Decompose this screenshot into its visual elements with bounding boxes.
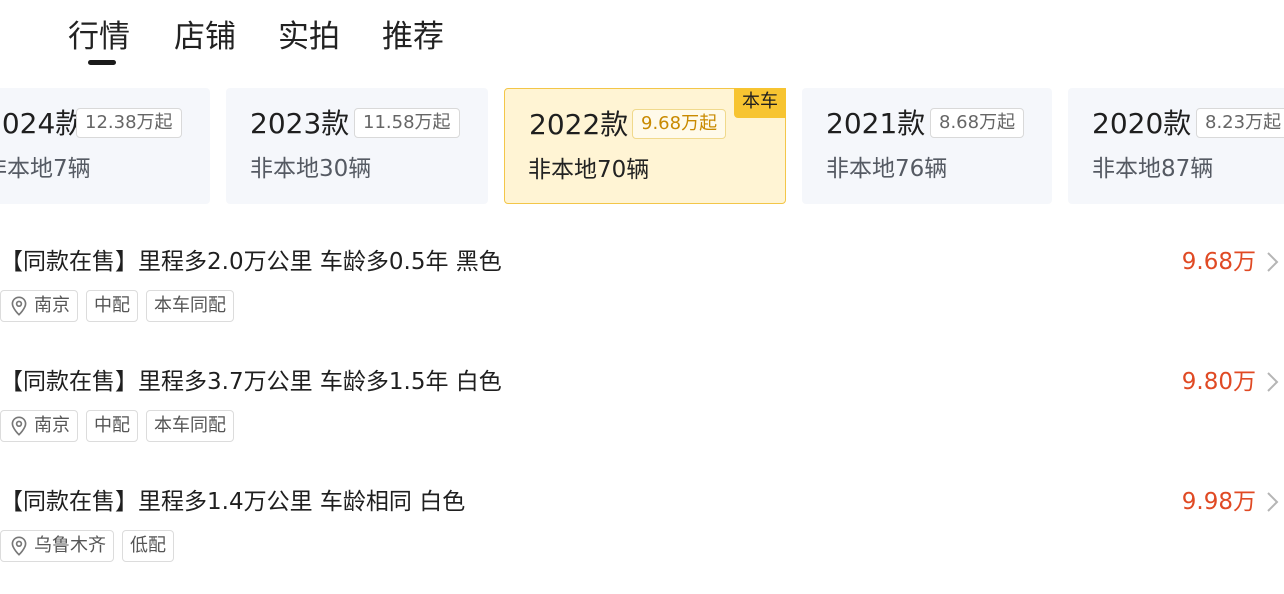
location-pin-icon: [11, 536, 27, 556]
location-tag: 南京: [0, 410, 78, 442]
year-card-count: 非本地76辆: [826, 156, 948, 182]
trim-tag: 低配: [122, 530, 174, 562]
listing-tags: 南京 中配 本车同配: [0, 410, 234, 442]
year-card-label: 2021款: [826, 107, 926, 140]
chevron-right-icon: [1267, 492, 1279, 512]
listing-price: 9.80万: [1181, 369, 1256, 395]
location-tag: 南京: [0, 290, 78, 322]
listing-title: 【同款在售】里程多3.7万公里 车龄多1.5年 白色: [0, 369, 502, 395]
year-card-label: 2022款: [529, 108, 629, 141]
listing-item[interactable]: 【同款在售】里程多2.0万公里 车龄多0.5年 黑色 9.68万 南京 中配 本…: [0, 244, 1284, 354]
year-card-price: 11.58万起: [354, 108, 460, 138]
tab-shops[interactable]: 店铺: [174, 16, 236, 58]
trim-tag: 中配: [86, 290, 138, 322]
config-tag: 本车同配: [146, 410, 234, 442]
listing-item[interactable]: 【同款在售】里程多3.7万公里 车龄多1.5年 白色 9.80万 南京 中配 本…: [0, 364, 1284, 474]
location-text: 南京: [34, 415, 70, 436]
listing-tags: 乌鲁木齐 低配: [0, 530, 174, 562]
year-card-price: 9.68万起: [632, 109, 727, 139]
year-card-2021[interactable]: 2021款 8.68万起 非本地76辆: [802, 88, 1052, 204]
model-year-selector[interactable]: 2024款 12.38万起 非本地7辆 2023款 11.58万起 非本地30辆…: [0, 88, 1284, 204]
tab-bar: 案 行情 店铺 实拍 推荐: [0, 0, 1284, 70]
year-card-label: 2024款: [0, 107, 84, 140]
location-text: 南京: [34, 295, 70, 316]
listing-title: 【同款在售】里程多2.0万公里 车龄多0.5年 黑色: [0, 249, 502, 275]
year-card-count: 非本地70辆: [528, 157, 650, 183]
listing-price: 9.68万: [1181, 249, 1256, 275]
chevron-right-icon: [1267, 252, 1279, 272]
location-tag: 乌鲁木齐: [0, 530, 114, 562]
year-card-label: 2020款: [1092, 107, 1192, 140]
tab-market[interactable]: 行情: [68, 16, 130, 58]
config-tag: 本车同配: [146, 290, 234, 322]
year-card-price: 8.23万起: [1196, 108, 1284, 138]
active-tab-indicator: [88, 60, 116, 65]
trim-tag: 中配: [86, 410, 138, 442]
year-card-2022[interactable]: 2022款 9.68万起 非本地70辆 本车: [504, 88, 786, 204]
listing-item[interactable]: 【同款在售】里程多1.4万公里 车龄相同 白色 9.98万 乌鲁木齐 低配: [0, 484, 1284, 594]
year-card-2023[interactable]: 2023款 11.58万起 非本地30辆: [226, 88, 488, 204]
listing-title: 【同款在售】里程多1.4万公里 车龄相同 白色: [0, 489, 466, 515]
year-card-label: 2023款: [250, 107, 350, 140]
year-card-2024[interactable]: 2024款 12.38万起 非本地7辆: [0, 88, 210, 204]
location-pin-icon: [11, 416, 27, 436]
year-card-count: 非本地87辆: [1092, 156, 1214, 182]
chevron-right-icon: [1267, 372, 1279, 392]
year-card-count: 非本地30辆: [250, 156, 372, 182]
location-pin-icon: [11, 296, 27, 316]
tab-photos[interactable]: 实拍: [278, 16, 340, 58]
year-card-price: 8.68万起: [930, 108, 1025, 138]
listing-price: 9.98万: [1181, 489, 1256, 515]
year-card-count: 非本地7辆: [0, 156, 91, 182]
location-text: 乌鲁木齐: [34, 535, 106, 556]
year-card-2020[interactable]: 2020款 8.23万起 非本地87辆: [1068, 88, 1284, 204]
this-car-badge: 本车: [734, 88, 786, 118]
year-card-price: 12.38万起: [76, 108, 182, 138]
tab-recommend[interactable]: 推荐: [382, 16, 444, 58]
listing-tags: 南京 中配 本车同配: [0, 290, 234, 322]
